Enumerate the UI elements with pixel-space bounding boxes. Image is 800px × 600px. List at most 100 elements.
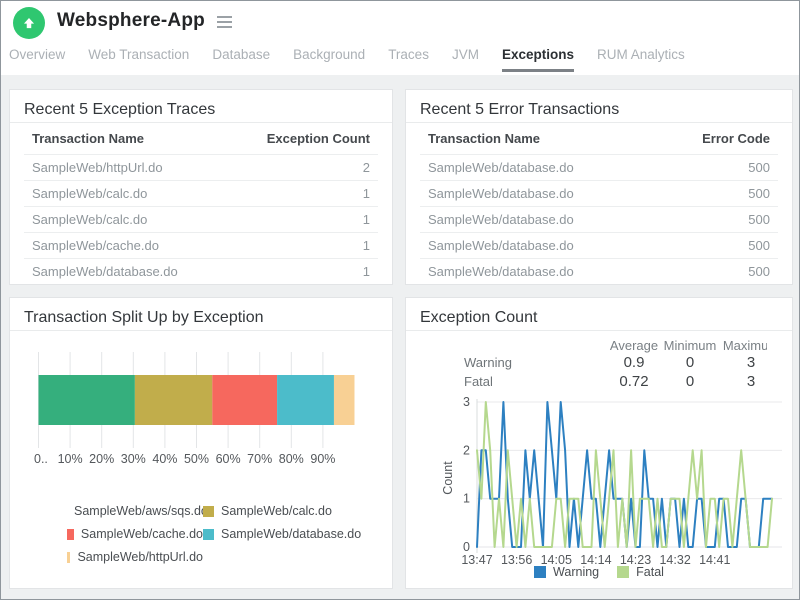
stat-row-label-fatal: Fatal — [464, 374, 493, 389]
exception-count-cell: 2 — [228, 155, 378, 181]
panel-recent-error-transactions: Recent 5 Error Transactions Transaction … — [405, 89, 793, 285]
y-tick-label: 0 — [463, 540, 470, 554]
legend-item-sampleweb-cache-do[interactable]: SampleWeb/cache.do — [67, 527, 203, 541]
stat-value: 3 — [747, 373, 755, 390]
legend-item-warning[interactable]: Warning — [534, 565, 599, 579]
tab-traces[interactable]: Traces — [388, 47, 429, 69]
tab-overview[interactable]: Overview — [9, 47, 65, 69]
exception-count-cell: 1 — [228, 181, 378, 207]
table-row[interactable]: SampleWeb/cache.do1 — [24, 233, 378, 259]
bar-segment-sampleweb-httpurl-do[interactable] — [334, 375, 355, 425]
panel-title: Recent 5 Error Transactions — [420, 101, 619, 119]
stacked-bar-chart[interactable]: 0..10%20%30%40%50%60%70%80%90% — [10, 344, 393, 479]
y-axis-title: Count — [441, 461, 455, 495]
dashboard-screen: Websphere-App Overview Web Transaction Dat… — [0, 0, 800, 600]
table-row[interactable]: SampleWeb/database.do500 — [420, 259, 778, 285]
x-tick-label: 90% — [310, 452, 335, 466]
data-table: Transaction NameError CodeSampleWeb/data… — [420, 123, 778, 285]
stacked-bar-legend: SampleWeb/aws/sqs.do SampleWeb/calc.do Sam… — [67, 504, 361, 564]
app-status-badge — [13, 7, 45, 39]
tab-web-transaction[interactable]: Web Transaction — [88, 47, 189, 69]
hamburger-menu-icon[interactable] — [217, 16, 232, 28]
page-title: Websphere-App — [57, 10, 205, 32]
table-row[interactable]: SampleWeb/database.do1 — [24, 259, 378, 285]
legend-item-sampleweb-httpurl-do[interactable]: SampleWeb/httpUrl.do — [67, 550, 203, 564]
stat-value: 3 — [747, 354, 755, 371]
transaction-name-cell: SampleWeb/database.do — [420, 181, 656, 207]
panel-title: Recent 5 Exception Traces — [24, 101, 215, 119]
table-row[interactable]: SampleWeb/database.do500 — [420, 155, 778, 181]
stat-column-header-average: Average — [610, 338, 658, 353]
x-tick-label: 10% — [58, 452, 83, 466]
transaction-name-cell: SampleWeb/httpUrl.do — [24, 155, 228, 181]
legend-swatch — [203, 506, 214, 517]
legend-item-sampleweb-database-do[interactable]: SampleWeb/database.do — [203, 527, 361, 541]
error-code-cell: 500 — [656, 155, 778, 181]
legend-label: SampleWeb/httpUrl.do — [77, 550, 203, 564]
stat-row-label-warning: Warning — [464, 355, 512, 370]
tab-rum-analytics[interactable]: RUM Analytics — [597, 47, 685, 69]
data-table: Transaction NameException CountSampleWeb… — [24, 123, 378, 285]
table-row[interactable]: SampleWeb/calc.do1 — [24, 207, 378, 233]
exception-count-cell: 1 — [228, 233, 378, 259]
y-tick-label: 2 — [463, 443, 470, 457]
stat-column-header-minimum: Minimum — [664, 338, 717, 353]
column-header-transaction-name: Transaction Name — [24, 123, 228, 155]
line-chart-legend: Warning Fatal — [406, 565, 792, 579]
error-code-cell: 500 — [656, 233, 778, 259]
x-tick-label: 80% — [279, 452, 304, 466]
legend-item-sampleweb-aws-sqs-do[interactable]: SampleWeb/aws/sqs.do — [67, 504, 203, 518]
bar-segment-sampleweb-aws-sqs-do[interactable] — [39, 375, 135, 425]
bar-segment-sampleweb-cache-do[interactable] — [212, 375, 277, 425]
stat-value: 0.72 — [619, 373, 648, 390]
legend-item-sampleweb-calc-do[interactable]: SampleWeb/calc.do — [203, 504, 361, 518]
x-tick-label: 0.. — [34, 452, 48, 466]
tab-bar: Overview Web Transaction Database Backgroun… — [9, 47, 793, 73]
bar-segment-sampleweb-database-do[interactable] — [277, 375, 334, 425]
table-row[interactable]: SampleWeb/database.do500 — [420, 181, 778, 207]
tab-background[interactable]: Background — [293, 47, 365, 69]
legend-label: Warning — [553, 565, 599, 579]
x-tick-label: 30% — [121, 452, 146, 466]
column-header-error-code: Error Code — [656, 123, 778, 155]
tab-jvm[interactable]: JVM — [452, 47, 479, 69]
transaction-name-cell: SampleWeb/database.do — [420, 259, 656, 285]
transaction-name-cell: SampleWeb/cache.do — [24, 233, 228, 259]
stat-value: 0 — [686, 373, 694, 390]
exception-count-stats: Average Minimum Maximum Warning 0.9 0 3 Fatal 0.… — [406, 298, 767, 394]
error-code-cell: 500 — [656, 207, 778, 233]
transaction-name-cell: SampleWeb/database.do — [24, 259, 228, 285]
error-code-cell: 500 — [656, 181, 778, 207]
x-tick-label: 20% — [89, 452, 114, 466]
tab-exceptions[interactable]: Exceptions — [502, 47, 574, 72]
table-row[interactable]: SampleWeb/database.do500 — [420, 207, 778, 233]
error-code-cell: 500 — [656, 259, 778, 285]
legend-swatch — [67, 552, 70, 563]
legend-swatch — [617, 566, 629, 578]
transaction-name-cell: SampleWeb/database.do — [420, 207, 656, 233]
legend-label: SampleWeb/calc.do — [221, 504, 332, 518]
exception-traces-table-wrap: Transaction NameException CountSampleWeb… — [24, 123, 378, 285]
table-row[interactable]: SampleWeb/httpUrl.do2 — [24, 155, 378, 181]
x-tick-label: 50% — [184, 452, 209, 466]
app-header: Websphere-App — [1, 1, 799, 45]
legend-item-fatal[interactable]: Fatal — [617, 565, 664, 579]
tab-database[interactable]: Database — [212, 47, 270, 69]
legend-swatch — [534, 566, 546, 578]
line-chart[interactable]: 0123Count13:4713:5614:0514:1414:2314:321… — [406, 396, 793, 571]
stat-column-header-maximum: Maximum — [723, 338, 767, 353]
legend-label: SampleWeb/aws/sqs.do — [74, 504, 208, 518]
table-row[interactable]: SampleWeb/calc.do1 — [24, 181, 378, 207]
exception-count-cell: 1 — [228, 259, 378, 285]
y-tick-label: 3 — [463, 396, 470, 409]
arrow-up-icon — [20, 14, 38, 32]
column-header-exception-count: Exception Count — [228, 123, 378, 155]
transaction-name-cell: SampleWeb/database.do — [420, 155, 656, 181]
table-row[interactable]: SampleWeb/database.do500 — [420, 233, 778, 259]
x-tick-label: 60% — [216, 452, 241, 466]
panel-title: Transaction Split Up by Exception — [24, 309, 264, 327]
exception-count-cell: 1 — [228, 207, 378, 233]
stat-value: 0 — [686, 354, 694, 371]
bar-segment-sampleweb-calc-do[interactable] — [135, 375, 212, 425]
stat-value: 0.9 — [624, 354, 645, 371]
